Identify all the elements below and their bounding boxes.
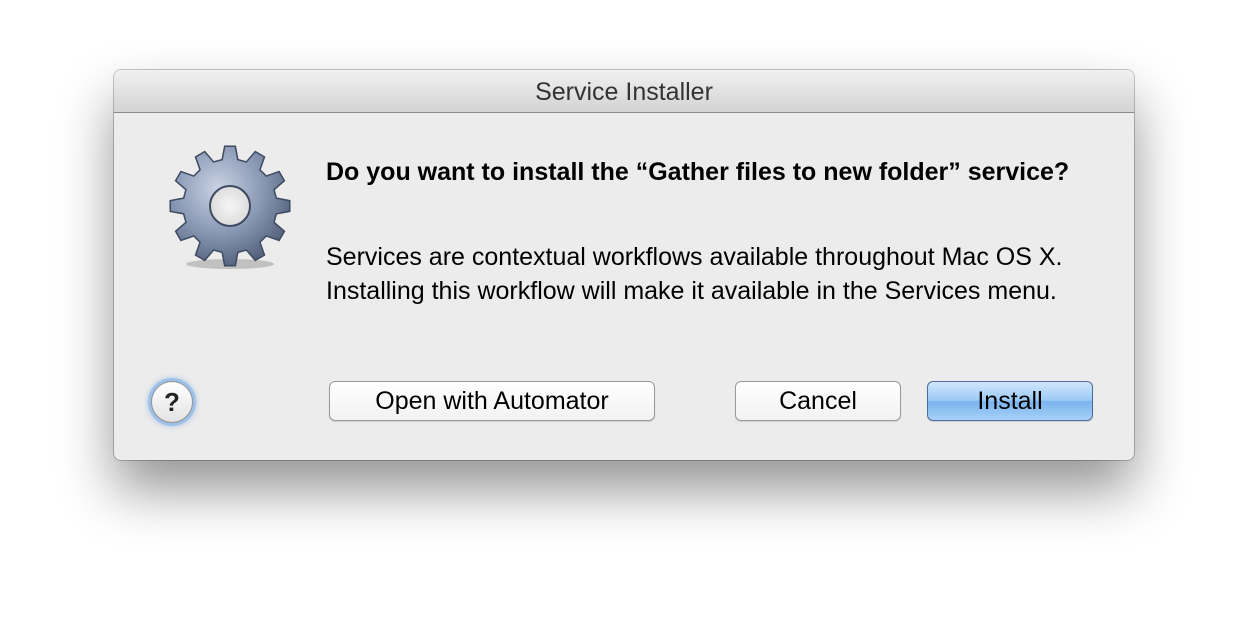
cancel-button[interactable]: Cancel <box>735 381 901 421</box>
window-title: Service Installer <box>114 70 1134 113</box>
gear-icon <box>169 145 291 269</box>
help-button[interactable]: ? <box>151 381 193 423</box>
install-button[interactable]: Install <box>927 381 1093 421</box>
service-installer-dialog: Service Installer Do you want to install… <box>114 70 1134 460</box>
open-with-automator-button[interactable]: Open with Automator <box>329 381 655 421</box>
dialog-message: Do you want to install the “Gather files… <box>326 158 1070 186</box>
dialog-informative-text: Services are contextual workflows availa… <box>326 243 1063 305</box>
